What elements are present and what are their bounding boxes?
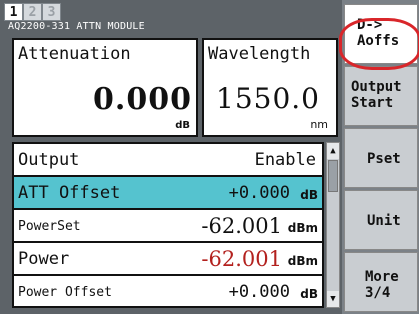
- row-value: Enable: [254, 150, 316, 170]
- wavelength-readout[interactable]: Wavelength 1550.0 nm: [202, 38, 338, 137]
- list-row-power-offset[interactable]: Power Offset +0.000 dB: [14, 276, 322, 309]
- softkey-label: Output Start: [351, 79, 402, 111]
- page-tab-1[interactable]: 1: [4, 3, 23, 21]
- wavelength-value: 1550.0: [216, 82, 320, 115]
- row-value: -62.001: [201, 247, 282, 271]
- row-label: Power: [18, 249, 70, 269]
- row-label: PowerSet: [18, 219, 81, 234]
- attenuation-unit: dB: [175, 120, 190, 131]
- softkey-label: More 3/4: [365, 269, 399, 301]
- softkey-pset[interactable]: Pset: [344, 128, 418, 188]
- scroll-thumb[interactable]: [328, 160, 338, 192]
- list-row-output[interactable]: Output Enable: [14, 144, 322, 177]
- row-value: +0.000: [228, 183, 290, 203]
- row-label: Power Offset: [18, 285, 112, 300]
- softkey-more[interactable]: More 3/4: [344, 252, 418, 312]
- list-row-power[interactable]: Power -62.001 dBm: [14, 243, 322, 276]
- attenuation-readout[interactable]: Attenuation 0.000 dB: [12, 38, 198, 137]
- row-unit: dB: [300, 188, 318, 202]
- row-value: -62.001: [201, 214, 282, 238]
- wavelength-label: Wavelength: [208, 44, 311, 64]
- softkey-label: Pset: [367, 151, 401, 167]
- row-unit: dBm: [287, 254, 318, 268]
- list-row-att-offset[interactable]: ATT Offset +0.000 dB: [14, 177, 322, 210]
- triangle-down-icon[interactable]: ▼: [327, 291, 339, 307]
- row-value: +0.000: [228, 282, 290, 302]
- row-unit: dB: [300, 287, 318, 301]
- softkey-output-start[interactable]: Output Start: [344, 66, 418, 126]
- page-tabs: 1 2 3: [4, 3, 61, 21]
- list-scrollbar[interactable]: ▲ ▼: [326, 142, 340, 308]
- row-label: Output: [18, 150, 80, 170]
- parameter-list: Output Enable ATT Offset +0.000 dB Power…: [12, 142, 324, 308]
- module-title: AQ2200-331 ATTN MODULE: [8, 21, 145, 32]
- page-tab-2[interactable]: 2: [23, 3, 42, 21]
- list-row-powerset[interactable]: PowerSet -62.001 dBm: [14, 210, 322, 243]
- softkey-label: Unit: [367, 213, 401, 229]
- highlight-ring: [339, 18, 419, 70]
- attenuation-label: Attenuation: [18, 44, 131, 64]
- row-label: ATT Offset: [18, 183, 121, 203]
- page-tab-3[interactable]: 3: [42, 3, 61, 21]
- softkey-unit[interactable]: Unit: [344, 190, 418, 250]
- triangle-up-icon[interactable]: ▲: [327, 143, 339, 159]
- attenuation-value: 0.000: [93, 82, 192, 117]
- main-panel: 1 2 3 AQ2200-331 ATTN MODULE Attenuation…: [0, 0, 342, 314]
- row-unit: dBm: [287, 221, 318, 235]
- wavelength-unit: nm: [310, 118, 328, 131]
